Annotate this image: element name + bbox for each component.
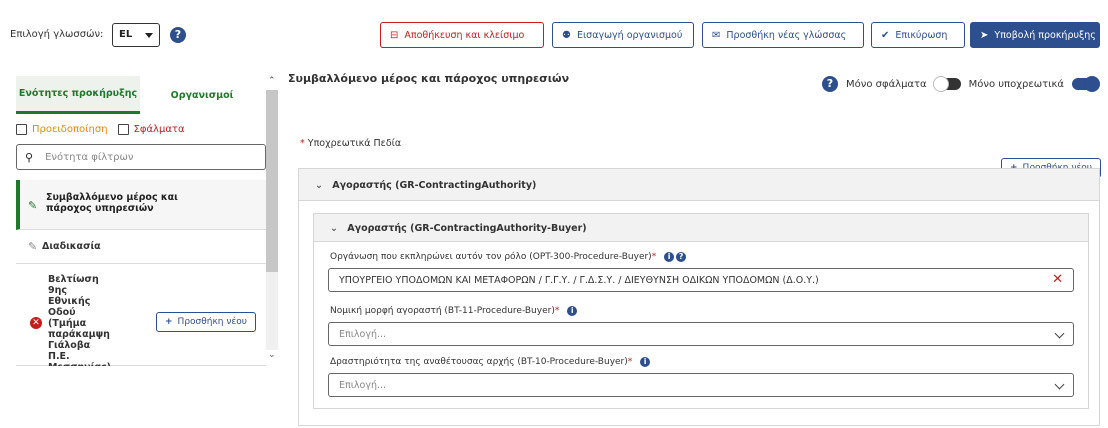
info-icon[interactable]: i xyxy=(640,357,651,367)
legal-form-select[interactable]: Επιλογή... xyxy=(328,322,1074,346)
chevron-down-icon: ⌄ xyxy=(315,180,323,191)
scroll-up-arrow-icon[interactable]: ⌃ xyxy=(268,76,276,86)
buyer-section: ⌄ Αγοραστής (GR-ContractingAuthority) ⌄ … xyxy=(298,168,1100,426)
add-lot-label: Προσθήκη νέου xyxy=(177,317,247,327)
scroll-down-arrow-icon[interactable]: ⌄ xyxy=(268,350,276,360)
caret-down-icon xyxy=(145,33,153,38)
activity-select-placeholder: Επιλογή... xyxy=(339,380,387,391)
required-note-text: Υποχρεωτικά Πεδία xyxy=(307,138,402,149)
buyer-section-title: Αγοραστής (GR-ContractingAuthority) xyxy=(332,180,537,191)
required-star: * xyxy=(627,357,633,367)
tab-notice-sections[interactable]: Ενότητες προκήρυξης xyxy=(16,76,140,114)
add-language-button[interactable]: ✉ Προσθήκη νέας γλώσσας xyxy=(702,22,864,48)
organization-field-label-text: Οργάνωση που εκπληρώνει αυτόν τον ρόλο (… xyxy=(330,252,652,262)
buyer-subsection-header[interactable]: ⌄ Αγοραστής (GR-ContractingAuthority-Buy… xyxy=(314,214,1088,242)
errors-checkbox[interactable] xyxy=(117,124,129,135)
sidebar-item-label: Διαδικασία xyxy=(42,241,101,252)
search-icon: ⚲ xyxy=(25,150,34,164)
buyer-subsection-title: Αγοραστής (GR-ContractingAuthority-Buyer… xyxy=(347,223,587,234)
organization-field-label: Οργάνωση που εκπληρώνει αυτόν τον ρόλο (… xyxy=(330,252,687,262)
add-lot-button[interactable]: + Προσθήκη νέου xyxy=(156,312,256,332)
organization-icon: ⚉ xyxy=(562,29,571,41)
language-select-value: EL xyxy=(119,29,133,40)
sidebar-item-contracting-party[interactable]: ✎ Συμβαλλόμενο μέρος και πάροχος υπηρεσι… xyxy=(16,180,266,230)
warning-label: Προειδοποίηση xyxy=(32,124,108,135)
section-filter-placeholder: Ενότητα φίλτρων xyxy=(45,151,134,163)
check-icon: ✔ xyxy=(881,29,890,41)
errors-only-toggle[interactable] xyxy=(932,76,961,92)
sidebar-filters: Προειδοποίηση Σφάλματα xyxy=(16,124,185,135)
sidebar-item-label: Συμβαλλόμενο μέρος και πάροχος υπηρεσιών xyxy=(46,192,178,214)
legal-form-field-label-text: Νομική μορφή αγοραστή (BT-11-Procedure-B… xyxy=(330,306,555,316)
required-star: * xyxy=(300,138,305,149)
save-close-button[interactable]: ⊟ Αποθήκευση και κλείσιμο xyxy=(380,22,544,48)
save-close-label: Αποθήκευση και κλείσιμο xyxy=(404,29,525,41)
import-organization-button[interactable]: ⚉ Εισαγωγή οργανισμού xyxy=(552,22,694,48)
section-list: ✎ Συμβαλλόμενο μέρος και πάροχος υπηρεσι… xyxy=(16,180,266,366)
validate-button[interactable]: ✔ Επικύρωση xyxy=(871,22,965,48)
required-only-toggle[interactable] xyxy=(1072,76,1100,92)
submit-notice-label: Υποβολή προκήρυξης xyxy=(994,29,1096,41)
legal-form-select-placeholder: Επιλογή... xyxy=(339,329,387,340)
info-icon[interactable]: i xyxy=(567,306,578,316)
import-organization-label: Εισαγωγή οργανισμού xyxy=(576,29,683,41)
send-icon: ➤ xyxy=(980,29,989,41)
warning-checkbox[interactable] xyxy=(16,124,27,135)
legal-form-field-label: Νομική μορφή αγοραστή (BT-11-Procedure-B… xyxy=(330,306,578,316)
required-fields-note: * Υποχρεωτικά Πεδία xyxy=(300,138,401,149)
pencil-icon: ✎ xyxy=(28,199,38,212)
language-select[interactable]: EL xyxy=(112,23,160,47)
sidebar-item-lot[interactable]: ✕ Βελτίωση 9ης Εθνικής Οδού (Τμήμα παράκ… xyxy=(16,264,266,366)
info-icon[interactable]: i xyxy=(664,252,675,262)
error-icon: ✕ xyxy=(30,317,42,329)
sidebar-item-label: Βελτίωση 9ης Εθνικής Οδού (Τμήμα παράκαμ… xyxy=(48,274,111,366)
organization-select[interactable]: ΥΠΟΥΡΓΕΙΟ ΥΠΟΔΟΜΩΝ ΚΑΙ ΜΕΤΑΦΟΡΩΝ / Γ.Γ.Υ… xyxy=(328,268,1074,292)
clear-icon[interactable]: ✕ xyxy=(1052,272,1063,287)
required-only-label: Μόνο υποχρεωτικά xyxy=(968,78,1064,90)
comment-icon: ✉ xyxy=(712,29,721,41)
sidebar-tabs: Ενότητες προκήρυξης Οργανισμοί xyxy=(16,76,264,114)
required-star: * xyxy=(554,306,560,316)
top-toolbar: Επιλογή γλωσσών: EL ? ⊟ Αποθήκευση και κ… xyxy=(0,0,1108,62)
view-toggles: ? Μόνο σφάλματα Μόνο υποχρεωτικά xyxy=(822,76,1100,92)
help-icon[interactable]: ? xyxy=(676,252,687,262)
errors-only-label: Μόνο σφάλματα xyxy=(846,78,927,90)
exit-icon: ⊟ xyxy=(390,29,399,41)
help-icon[interactable]: ? xyxy=(822,76,838,92)
plus-icon: + xyxy=(165,317,173,327)
sidebar-item-procedure[interactable]: ✎ Διαδικασία xyxy=(16,230,266,264)
activity-field-label: Δραστηριότητα της αναθέτουσας αρχής (BT-… xyxy=(330,357,651,367)
add-language-label: Προσθήκη νέας γλώσσας xyxy=(726,29,847,41)
validate-label: Επικύρωση xyxy=(895,29,948,41)
buyer-subsection: ⌄ Αγοραστής (GR-ContractingAuthority-Buy… xyxy=(313,213,1089,409)
page-title: Συμβαλλόμενο μέρος και πάροχος υπηρεσιών xyxy=(288,72,570,85)
tab-organizations[interactable]: Οργανισμοί xyxy=(140,76,264,114)
activity-field-label-text: Δραστηριότητα της αναθέτουσας αρχής (BT-… xyxy=(330,357,628,367)
activity-select[interactable]: Επιλογή... xyxy=(328,373,1074,397)
submit-notice-button[interactable]: ➤ Υποβολή προκήρυξης xyxy=(970,22,1100,48)
chevron-down-icon xyxy=(1054,379,1065,390)
required-star: * xyxy=(651,252,657,262)
organization-select-value: ΥΠΟΥΡΓΕΙΟ ΥΠΟΔΟΜΩΝ ΚΑΙ ΜΕΤΑΦΟΡΩΝ / Γ.Γ.Υ… xyxy=(339,275,819,286)
help-icon[interactable]: ? xyxy=(170,27,186,43)
buyer-section-header[interactable]: ⌄ Αγοραστής (GR-ContractingAuthority) xyxy=(299,169,1099,201)
pencil-icon: ✎ xyxy=(28,240,38,253)
chevron-down-icon xyxy=(1054,328,1065,339)
errors-label: Σφάλματα xyxy=(133,124,185,135)
language-label: Επιλογή γλωσσών: xyxy=(10,29,104,40)
chevron-down-icon: ⌄ xyxy=(330,223,338,234)
scrollbar-thumb[interactable] xyxy=(266,90,278,272)
sections-sidebar: Ενότητες προκήρυξης Οργανισμοί Προειδοπο… xyxy=(8,70,280,408)
section-filter-input[interactable]: ⚲ Ενότητα φίλτρων xyxy=(16,144,266,170)
